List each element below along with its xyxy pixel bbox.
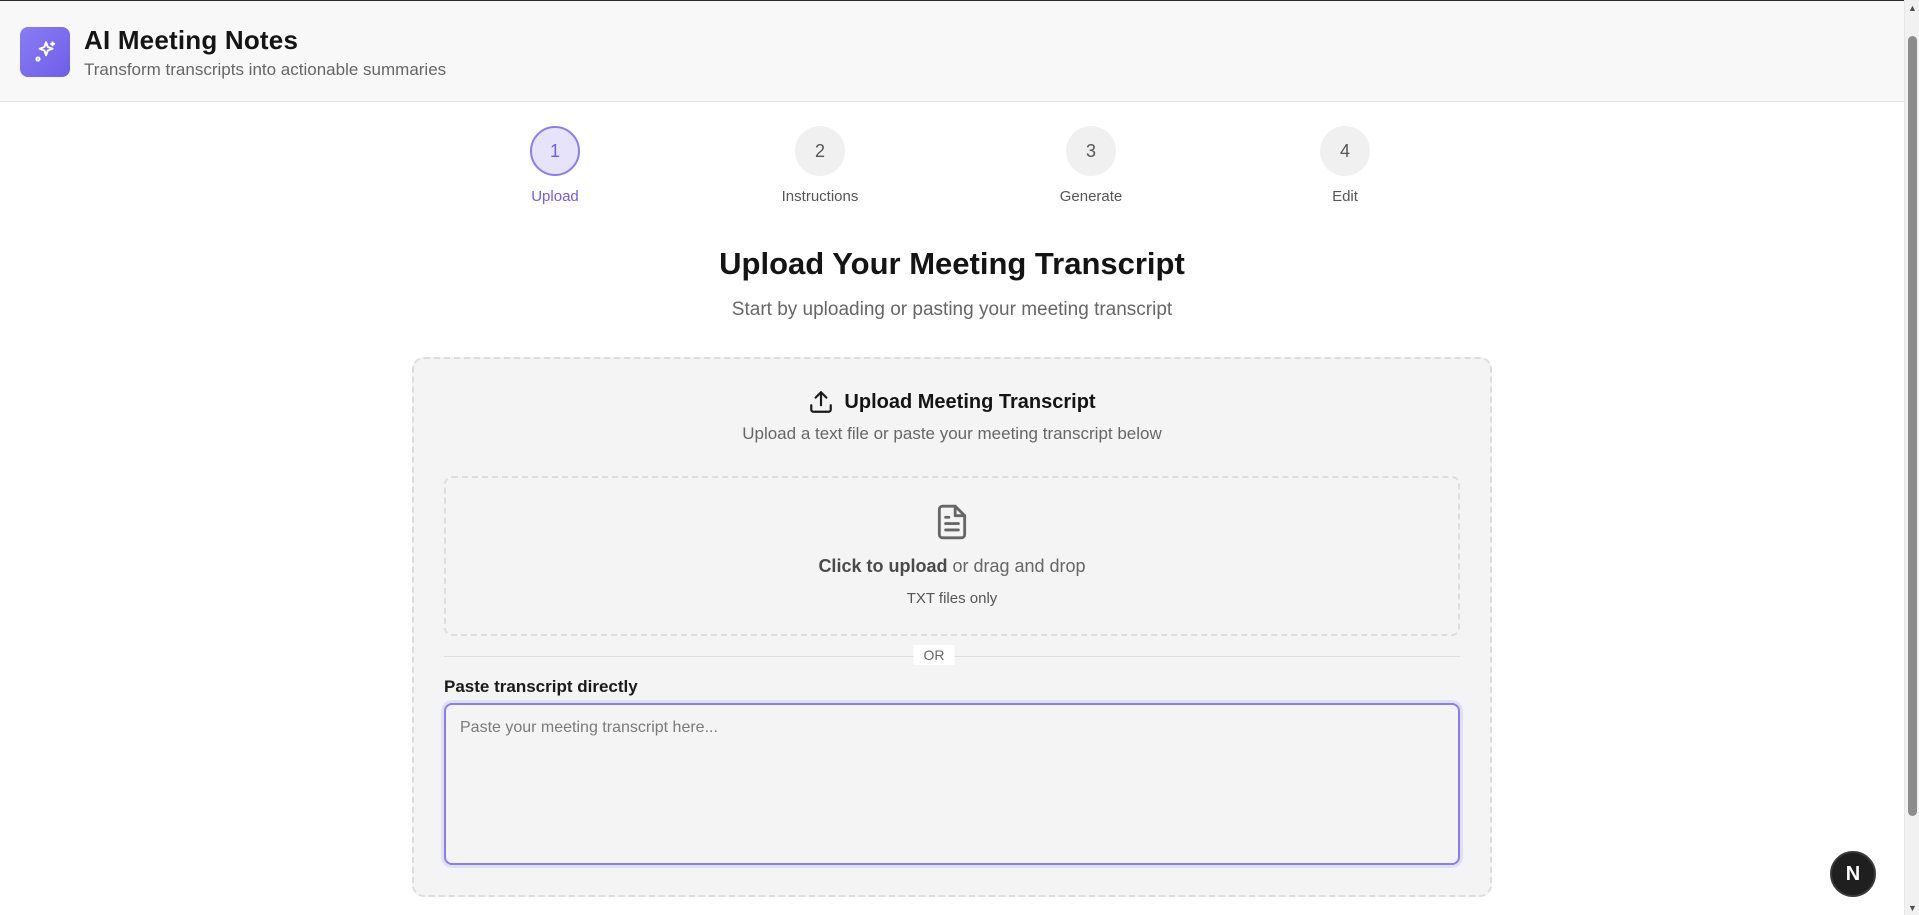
step-label: Instructions [781,188,859,205]
next-logo-button[interactable]: N [1830,851,1876,897]
step-number: 1 [530,126,580,176]
step-generate[interactable]: 3 Generate [1016,126,1166,205]
file-type-note: TXT files only [906,590,998,607]
step-number: 4 [1320,126,1370,176]
paste-label: Paste transcript directly [444,677,638,696]
step-number: 3 [1066,126,1116,176]
page-scrollbar[interactable]: ▲ ▼ [1904,0,1919,915]
step-edit[interactable]: 4 Edit [1270,126,1420,205]
card-title: Upload Meeting Transcript [844,390,1096,413]
upload-icon [810,391,833,413]
page-title: Upload Your Meeting Transcript [719,246,1185,281]
app-subtitle: Transform transcripts into actionable su… [84,60,447,79]
page: AI Meeting Notes Transform transcripts i… [0,0,1904,915]
step-number: 2 [795,126,845,176]
next-logo-icon: N [1845,862,1861,885]
page-subtitle: Start by uploading or pasting your meeti… [731,299,1173,320]
click-to-upload-link[interactable]: Click to upload [818,556,947,576]
step-upload[interactable]: 1 Upload [480,126,630,205]
app-header: AI Meeting Notes Transform transcripts i… [0,0,1904,102]
card-header: Upload Meeting Transcript [414,389,1490,415]
step-label: Upload [531,188,579,205]
step-instructions[interactable]: 2 Instructions [745,126,895,205]
app-title: AI Meeting Notes [84,25,299,55]
app-logo [20,27,70,77]
drag-drop-text: or drag and drop [947,556,1086,576]
card-description: Upload a text file or paste your meeting… [742,424,1162,443]
divider-or: OR [913,645,955,665]
transcript-textarea[interactable] [444,703,1460,865]
scroll-down-arrow-icon[interactable]: ▼ [1905,900,1919,915]
step-label: Edit [1332,188,1358,205]
upload-card: Upload Meeting Transcript Upload a text … [412,357,1492,897]
scrollbar-thumb[interactable] [1908,36,1917,816]
file-text-icon [937,504,967,540]
sparkles-icon [35,41,56,62]
dropzone-instruction: Click to upload or drag and drop [446,556,1458,577]
scroll-up-arrow-icon[interactable]: ▲ [1905,0,1919,15]
file-dropzone[interactable]: Click to upload or drag and drop TXT fil… [444,476,1460,636]
step-label: Generate [1059,188,1123,205]
